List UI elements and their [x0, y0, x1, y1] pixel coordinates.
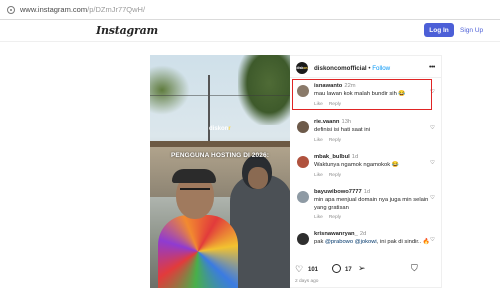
tree-decoration: [150, 65, 190, 115]
glasses: [180, 188, 210, 194]
url-host: www.instagram.com: [20, 5, 88, 14]
comment-bubble-icon[interactable]: [332, 264, 341, 273]
login-button[interactable]: Log In: [424, 23, 454, 37]
site-info-icon[interactable]: [7, 5, 15, 14]
commenter-avatar[interactable]: [297, 233, 309, 245]
comment-time: 1d: [363, 189, 371, 195]
comment-header: bayuwibowo7777 1d: [314, 189, 370, 195]
comment-like-button[interactable]: Like: [314, 138, 323, 143]
comment-reply-button[interactable]: Reply: [329, 215, 341, 220]
bookmark-icon[interactable]: ⛉: [411, 263, 418, 274]
media-caption: PENGGUNA HOSTING DI 2026:: [171, 152, 269, 159]
likes-count: 101: [308, 267, 319, 273]
comment-text: definisi isi hati saat ini: [314, 127, 371, 133]
commenter-avatar[interactable]: [297, 191, 309, 203]
signup-link[interactable]: Sign Up: [460, 23, 483, 37]
commenter-username[interactable]: bayuwibowo7777: [314, 189, 362, 195]
comment-heart-icon[interactable]: ♡: [430, 195, 435, 201]
avatar-text-right: on: [303, 66, 308, 70]
comment-text: Waktunya ngamok ngamokok 😂: [314, 162, 399, 168]
comment-time: 13h: [341, 119, 352, 125]
comment-actions: Like Reply: [314, 138, 347, 143]
post-header: disk on diskoncomofficial • Follow •••: [290, 56, 442, 78]
url-text[interactable]: www.instagram.com/p/DZmJr77QwH/: [20, 5, 145, 14]
comment-text-prefix: pak: [314, 239, 325, 245]
person-right-face: [248, 167, 268, 189]
more-options-icon[interactable]: •••: [429, 64, 435, 71]
post-media[interactable]: diskonr PENGGUNA HOSTING DI 2026:: [150, 55, 290, 288]
comment-text: min apa menjual domain nya juga min sela…: [314, 197, 429, 211]
person-left-cap: [172, 169, 216, 183]
post-actions-bar: ♡ 101 17 ➢ ⛉: [290, 262, 442, 278]
comment-reply-button[interactable]: Reply: [329, 173, 341, 178]
comment-actions: Like Reply: [314, 173, 347, 178]
brand-right: r: [228, 126, 231, 132]
person-right-body: [230, 175, 290, 288]
commenter-username[interactable]: krisnawanryan_: [314, 231, 358, 237]
instagram-logo[interactable]: Instagram: [96, 24, 158, 37]
comment-text-suffix: , ini pak di sindir.. 🔥: [376, 239, 431, 245]
comment-header: mbak_bulbul 1d: [314, 154, 358, 160]
instagram-header: Instagram Log In Sign Up: [0, 20, 500, 42]
commenter-username[interactable]: mbak_bulbul: [314, 154, 350, 160]
comment-heart-icon[interactable]: ♡: [430, 160, 435, 166]
follow-button[interactable]: Follow: [372, 65, 390, 72]
commenter-avatar[interactable]: [297, 156, 309, 168]
like-heart-icon[interactable]: ♡: [295, 264, 303, 275]
share-paper-plane-icon[interactable]: ➢: [358, 263, 366, 274]
comments-count: 17: [345, 267, 352, 273]
comment-like-button[interactable]: Like: [314, 173, 323, 178]
comment-header: krisnawanryan_ 2d: [314, 231, 366, 237]
tree-decoration: [238, 55, 290, 125]
comment-reply-button[interactable]: Reply: [329, 138, 341, 143]
url-path: /p/DZmJr77QwH/: [87, 5, 146, 14]
comment-time: 1d: [351, 154, 359, 160]
comment-header: rie.vaann 13h: [314, 119, 351, 125]
power-lines: [150, 95, 290, 96]
author-username[interactable]: diskoncomofficial: [314, 65, 367, 72]
avatar-text-left: disk: [296, 66, 304, 70]
media-brand-watermark: diskonr: [209, 126, 231, 132]
comment-heart-icon[interactable]: ♡: [430, 125, 435, 131]
commenter-avatar[interactable]: [297, 121, 309, 133]
comment-time: 2d: [359, 231, 367, 237]
commenter-username[interactable]: rie.vaann: [314, 119, 339, 125]
highlight-box: [292, 79, 432, 110]
comment-heart-icon[interactable]: ♡: [430, 237, 435, 243]
author-username-line: diskoncomofficial • Follow: [314, 65, 390, 72]
brand-left: diskon: [209, 126, 229, 132]
person-left-body: [158, 215, 238, 288]
author-avatar[interactable]: disk on: [296, 62, 308, 74]
post-date: 2 days ago: [295, 279, 319, 284]
browser-url-bar[interactable]: www.instagram.com/p/DZmJr77QwH/: [0, 0, 500, 20]
mention-link[interactable]: @jokowi: [355, 239, 377, 245]
comment-text: pak @prabowo @jokowi, ini pak di sindir.…: [314, 238, 438, 246]
mention-link[interactable]: @prabowo: [325, 239, 353, 245]
comment-like-button[interactable]: Like: [314, 215, 323, 220]
comment-actions: Like Reply: [314, 215, 347, 220]
